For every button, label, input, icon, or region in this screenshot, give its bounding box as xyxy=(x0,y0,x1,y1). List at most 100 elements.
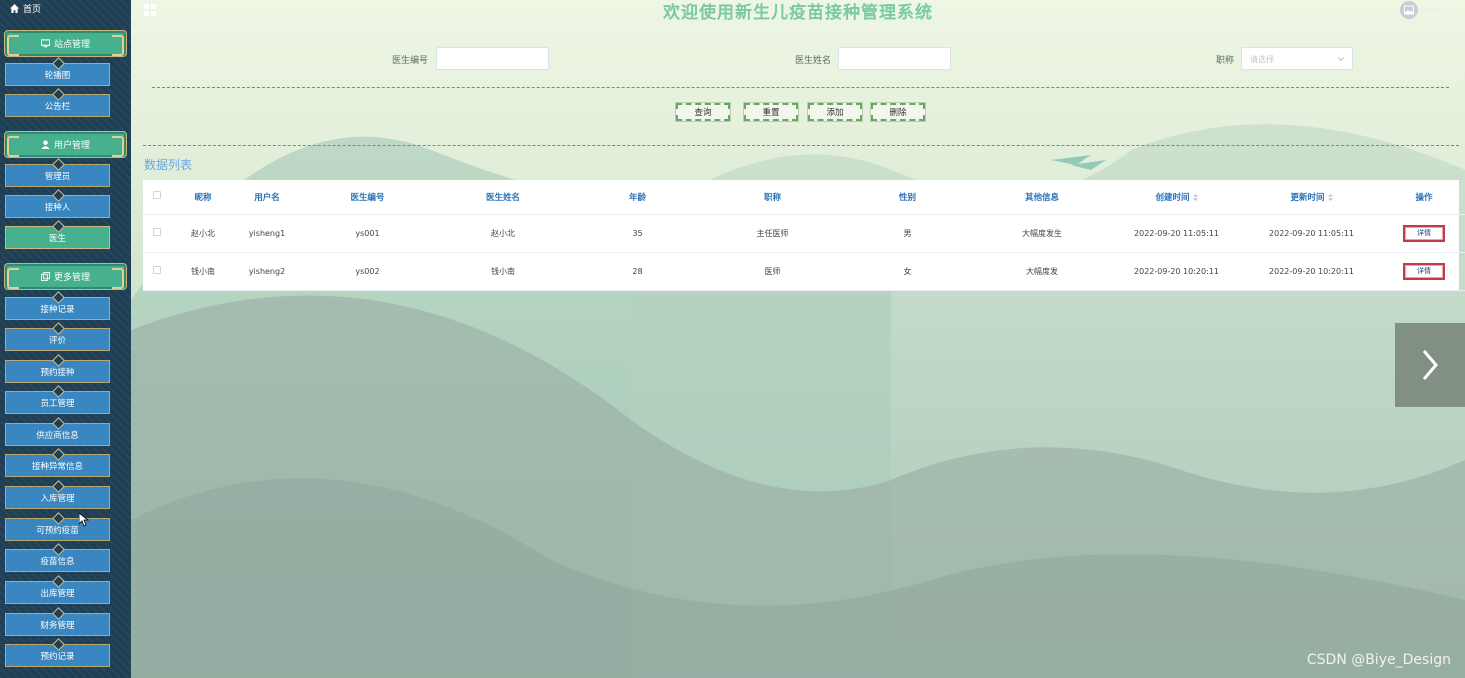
monitor-icon xyxy=(40,39,50,48)
cell-title: 医师 xyxy=(705,252,840,291)
doctor-name-input[interactable] xyxy=(838,47,951,70)
sidebar-item-label: 公告栏 xyxy=(44,101,71,112)
table-header-row: 昵称 用户名 医生编号 医生姓名 年龄 职称 性别 其他信息 创建时间 更新时间… xyxy=(143,180,1465,215)
sidebar-item-carousel[interactable]: 轮播图 xyxy=(5,63,110,86)
sidebar-item-label: 预约记录 xyxy=(40,651,75,662)
select-all-checkbox[interactable] xyxy=(153,191,161,200)
cell-doctor-no: ys001 xyxy=(299,214,436,253)
mouse-cursor-icon xyxy=(79,513,89,527)
sidebar-item-doctor[interactable]: 医生 xyxy=(5,226,110,249)
sort-icon[interactable] xyxy=(1327,193,1333,201)
cell-gender: 女 xyxy=(840,252,975,291)
title-select-placeholder: 请选择 xyxy=(1250,55,1274,64)
reset-button[interactable]: 重置 xyxy=(744,103,798,121)
avatar xyxy=(1400,1,1419,19)
sidebar-item-label: 疫苗信息 xyxy=(40,556,75,567)
cell-username: yisheng1 xyxy=(235,214,299,253)
row-select-cell[interactable] xyxy=(143,252,171,291)
menu-group-label: 用户管理 xyxy=(53,141,90,151)
column-header: 操作 xyxy=(1379,180,1465,215)
sidebar-item-vaccinee[interactable]: 接种人 xyxy=(5,195,110,218)
sidebar-item-label: 财务管理 xyxy=(40,620,75,631)
list-title: 数据列表 xyxy=(144,158,193,172)
sidebar-item-label: 可预约疫苗 xyxy=(36,525,79,536)
delete-button[interactable]: 删除 xyxy=(871,103,925,121)
cell-updated: 2022-09-20 10:20:11 xyxy=(1244,252,1379,291)
sidebar-item-label: 评价 xyxy=(48,335,66,346)
sidebar-item-appointment[interactable]: 预约接种 xyxy=(5,360,110,383)
home-link[interactable]: 首页 xyxy=(10,2,41,15)
search-form: 医生编号 医生姓名 职称 请选择 xyxy=(131,47,1465,71)
sort-icon[interactable] xyxy=(1192,193,1198,201)
next-page-button[interactable] xyxy=(1395,323,1465,407)
sidebar-item-label: 入库管理 xyxy=(40,493,75,504)
data-table: 昵称 用户名 医生编号 医生姓名 年龄 职称 性别 其他信息 创建时间 更新时间… xyxy=(143,180,1465,291)
cell-action: 详情 xyxy=(1379,252,1465,291)
divider xyxy=(143,145,1459,146)
action-bar: 查询 重置 添加 删除 xyxy=(131,103,1465,123)
menu-group-label: 站点管理 xyxy=(53,40,90,50)
doctor-name-label: 医生姓名 xyxy=(795,56,832,66)
cell-age: 35 xyxy=(570,214,705,253)
sidebar-item-review[interactable]: 评价 xyxy=(5,328,110,351)
sidebar-item-label: 预约接种 xyxy=(40,367,75,378)
sidebar-item-vaccine-info[interactable]: 疫苗信息 xyxy=(5,549,110,572)
query-button[interactable]: 查询 xyxy=(676,103,730,121)
sidebar-item-vaccination-record[interactable]: 接种记录 xyxy=(5,297,110,320)
sidebar-item-notice[interactable]: 公告栏 xyxy=(5,94,110,117)
row-checkbox[interactable] xyxy=(153,266,161,274)
sidebar-item-label: 管理员 xyxy=(44,171,71,182)
detail-button[interactable]: 详情 xyxy=(1403,262,1445,280)
sidebar-item-supplier[interactable]: 供应商信息 xyxy=(5,423,110,446)
column-header: 用户名 xyxy=(235,180,299,215)
sidebar-item-anomaly[interactable]: 接种异常信息 xyxy=(5,454,110,477)
sidebar-item-stock-out[interactable]: 出库管理 xyxy=(5,581,110,604)
column-header-label: 更新时间 xyxy=(1290,192,1325,203)
sidebar-item-staff[interactable]: 员工管理 xyxy=(5,391,110,414)
sidebar-item-label: 出库管理 xyxy=(40,588,75,599)
sidebar-item-label: 医生 xyxy=(48,233,66,244)
table-row: 赵小北 yisheng1 ys001 赵小北 35 主任医师 男 大幅度发生 2… xyxy=(143,214,1465,253)
created-time-header[interactable]: 创建时间 xyxy=(1109,180,1244,215)
sidebar: 首页 站点管理 轮播图 公告栏 用户管理 管理员 接种人 医生 更多管理 接种记… xyxy=(0,0,131,678)
sidebar-item-admin[interactable]: 管理员 xyxy=(5,164,110,187)
chevron-down-icon xyxy=(1338,57,1344,62)
add-button[interactable]: 添加 xyxy=(808,103,862,121)
detail-button[interactable]: 详情 xyxy=(1403,224,1445,242)
sidebar-item-booking-record[interactable]: 预约记录 xyxy=(5,644,110,667)
home-icon xyxy=(10,4,19,13)
cell-created: 2022-09-20 11:05:11 xyxy=(1109,214,1244,253)
updated-time-header[interactable]: 更新时间 xyxy=(1244,180,1379,215)
sidebar-item-label: 接种异常信息 xyxy=(31,461,83,472)
cell-action: 详情 xyxy=(1379,214,1465,253)
row-checkbox[interactable] xyxy=(153,228,161,236)
sidebar-item-finance[interactable]: 财务管理 xyxy=(5,613,110,636)
column-header: 其他信息 xyxy=(975,180,1109,215)
cell-created: 2022-09-20 10:20:11 xyxy=(1109,252,1244,291)
title-select[interactable]: 请选择 xyxy=(1241,47,1353,70)
sidebar-item-label: 供应商信息 xyxy=(36,430,79,441)
home-label: 首页 xyxy=(23,5,42,15)
title-label: 职称 xyxy=(1216,56,1235,66)
doctor-no-label: 医生编号 xyxy=(392,56,429,66)
column-header: 昵称 xyxy=(171,180,235,215)
menu-group-site[interactable]: 站点管理 xyxy=(4,30,127,57)
user-icon xyxy=(41,140,50,149)
cell-username: yisheng2 xyxy=(235,252,299,291)
select-all-cell[interactable] xyxy=(143,180,171,215)
sidebar-item-stock-in[interactable]: 入库管理 xyxy=(5,486,110,509)
column-header: 医生编号 xyxy=(299,180,436,215)
copy-icon xyxy=(40,272,50,281)
cell-other: 大幅度发 xyxy=(975,252,1109,291)
user-menu[interactable]: admin xyxy=(1400,1,1445,19)
doctor-no-input[interactable] xyxy=(436,47,549,70)
divider xyxy=(152,87,1449,88)
sidebar-item-bookable-vaccine[interactable]: 可预约疫苗 xyxy=(5,518,110,541)
row-select-cell[interactable] xyxy=(143,214,171,253)
column-header: 年龄 xyxy=(570,180,705,215)
cell-doctor-name: 赵小北 xyxy=(436,214,570,253)
menu-group-user[interactable]: 用户管理 xyxy=(4,131,127,158)
menu-group-more[interactable]: 更多管理 xyxy=(4,263,127,290)
cell-doctor-name: 钱小南 xyxy=(436,252,570,291)
sidebar-item-label: 接种人 xyxy=(44,202,71,213)
